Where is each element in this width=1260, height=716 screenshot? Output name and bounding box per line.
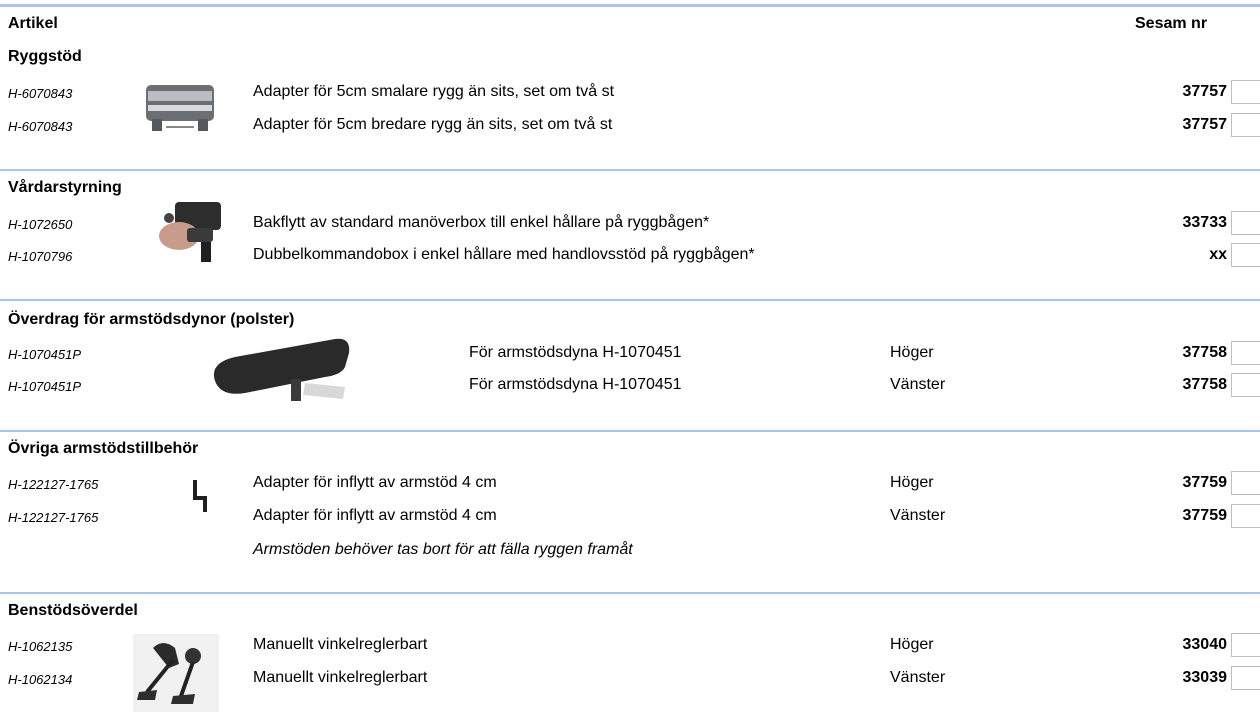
header-sesam-nr: Sesam nr (1135, 15, 1208, 32)
table-row: H-1062135 Manuellt vinkelreglerbart Höge… (0, 633, 1260, 657)
note-text: Armstöden behöver tas bort för att fälla… (253, 541, 633, 558)
order-checkbox[interactable] (1231, 504, 1260, 528)
section-title: Övriga armstödstillbehör (8, 440, 199, 457)
sesam-number: xx (1209, 246, 1227, 263)
section-title: Benstödsöverdel (8, 602, 138, 619)
description: Manuellt vinkelreglerbart (253, 636, 428, 653)
sesam-number: 37759 (1182, 507, 1228, 524)
article-number: H-1070451P (8, 347, 81, 362)
order-checkbox[interactable] (1231, 80, 1260, 104)
table-row: H-1072650 Bakflytt av standard manöverbo… (0, 211, 1260, 235)
table-row: H-1070451P För armstödsdyna H-1070451 Hö… (0, 341, 1260, 365)
section-divider (0, 592, 1260, 594)
order-checkbox[interactable] (1231, 243, 1260, 267)
description: För armstödsdyna H-1070451 (469, 376, 682, 393)
sesam-number: 33040 (1182, 636, 1228, 653)
table-row: H-1070451P För armstödsdyna H-1070451 Vä… (0, 373, 1260, 397)
section-divider (0, 169, 1260, 171)
header-artikel: Artikel (8, 15, 58, 32)
description: Adapter för 5cm smalare rygg än sits, se… (253, 83, 615, 100)
section-divider (0, 430, 1260, 432)
side-label: Vänster (890, 507, 946, 524)
sesam-number: 37757 (1182, 83, 1228, 100)
order-checkbox[interactable] (1231, 633, 1260, 657)
side-label: Höger (890, 344, 934, 361)
order-checkbox[interactable] (1231, 666, 1260, 690)
description: Manuellt vinkelreglerbart (253, 669, 428, 686)
section-divider (0, 299, 1260, 301)
section-title: Ryggstöd (8, 48, 82, 65)
article-number: H-1062134 (8, 672, 73, 687)
description: Adapter för inflytt av armstöd 4 cm (253, 474, 497, 491)
article-number: H-122127-1765 (8, 477, 99, 492)
table-row: H-6070843 Adapter för 5cm smalare rygg ä… (0, 80, 1260, 104)
description: Adapter för 5cm bredare rygg än sits, se… (253, 116, 613, 133)
table-row: H-1062134 Manuellt vinkelreglerbart Väns… (0, 666, 1260, 690)
article-number: H-122127-1765 (8, 510, 99, 525)
sesam-number: 37757 (1182, 116, 1228, 133)
sesam-number: 37759 (1182, 474, 1228, 491)
section-title: Vårdarstyrning (8, 179, 122, 196)
article-number: H-1070451P (8, 379, 81, 394)
top-divider (0, 4, 1260, 7)
description: Adapter för inflytt av armstöd 4 cm (253, 507, 497, 524)
sesam-number: 33733 (1182, 214, 1228, 231)
article-number: H-1072650 (8, 217, 73, 232)
description: För armstödsdyna H-1070451 (469, 344, 682, 361)
table-row: H-6070843 Adapter för 5cm bredare rygg ä… (0, 113, 1260, 137)
article-number: H-1062135 (8, 639, 73, 654)
table-row: H-1070796 Dubbelkommandobox i enkel håll… (0, 243, 1260, 267)
side-label: Höger (890, 636, 934, 653)
order-checkbox[interactable] (1231, 373, 1260, 397)
description: Bakflytt av standard manöverbox till enk… (253, 214, 710, 231)
order-checkbox[interactable] (1231, 113, 1260, 137)
article-number: H-6070843 (8, 86, 73, 101)
side-label: Vänster (890, 669, 946, 686)
side-label: Vänster (890, 376, 946, 393)
description: Dubbelkommandobox i enkel hållare med ha… (253, 246, 755, 263)
side-label: Höger (890, 474, 934, 491)
table-row: H-122127-1765 Adapter för inflytt av arm… (0, 504, 1260, 528)
sesam-number: 33039 (1182, 669, 1228, 686)
section-title: Överdrag för armstödsdynor (polster) (8, 311, 295, 328)
sesam-number: 37758 (1182, 344, 1228, 361)
order-checkbox[interactable] (1231, 471, 1260, 495)
order-checkbox[interactable] (1231, 341, 1260, 365)
table-row: H-122127-1765 Adapter för inflytt av arm… (0, 471, 1260, 495)
article-number: H-1070796 (8, 249, 73, 264)
article-number: H-6070843 (8, 119, 73, 134)
order-checkbox[interactable] (1231, 211, 1260, 235)
sesam-number: 37758 (1182, 376, 1228, 393)
